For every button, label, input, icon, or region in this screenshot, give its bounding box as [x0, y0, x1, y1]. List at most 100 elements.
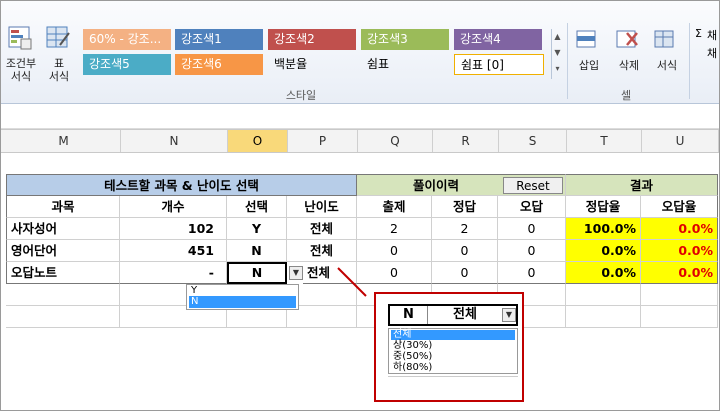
header-wrong-rate: 오답율 — [641, 196, 718, 218]
style-comma0[interactable]: 쉼표 [0] — [454, 54, 544, 75]
table-format-label[interactable]: 표 서식 — [41, 57, 77, 83]
column-header-P[interactable]: P — [288, 130, 358, 152]
cells-group-label: 셀 — [620, 89, 632, 102]
style-60pct-accent[interactable]: 60% - 강조... — [83, 29, 171, 50]
chevron-down-icon[interactable]: ▼ — [289, 266, 303, 280]
wrong-cell[interactable]: 0 — [498, 262, 566, 284]
empty-cell[interactable] — [6, 284, 120, 306]
dropdown-option-n[interactable]: N — [189, 296, 296, 308]
select-cell[interactable]: Y — [227, 218, 287, 240]
level-cell[interactable]: 전체 — [287, 218, 357, 240]
style-accent4[interactable]: 강조색4 — [454, 29, 542, 50]
zoom-grid-row — [388, 376, 518, 394]
format-icon[interactable] — [653, 27, 681, 55]
select-cell-active[interactable]: N — [227, 262, 287, 284]
clear-label[interactable]: 채 — [707, 45, 717, 61]
correct-rate-cell[interactable]: 0.0% — [566, 262, 641, 284]
formula-bar-area[interactable] — [1, 105, 719, 129]
level-option[interactable]: 하(80%) — [391, 363, 515, 373]
gallery-scroll[interactable]: ▲ ▼ ▾ — [551, 29, 563, 79]
subject-cell[interactable]: 영어단어 — [6, 240, 120, 262]
wrong-rate-cell[interactable]: 0.0% — [641, 240, 718, 262]
count-cell[interactable]: 451 — [120, 240, 227, 262]
style-percent[interactable]: 백분율 — [268, 54, 356, 75]
column-header-Q[interactable]: Q — [358, 130, 433, 152]
styles-group-label: 스타일 — [285, 89, 317, 102]
fill-label[interactable]: 채 — [707, 27, 717, 43]
conditional-format-label[interactable]: 조건부 서식 — [3, 57, 39, 83]
subject-cell[interactable]: 오답노트 — [6, 262, 120, 284]
style-accent3[interactable]: 강조색3 — [361, 29, 449, 50]
empty-cell[interactable] — [641, 306, 718, 328]
table-title-history: 풀이이력 Reset — [357, 174, 566, 196]
header-correct-rate: 정답율 — [566, 196, 641, 218]
level-option[interactable]: 상(30%) — [391, 341, 515, 351]
wrong-cell[interactable]: 0 — [498, 218, 566, 240]
table-row: 사자성어 102 Y 전체 2 2 0 100.0% 0.0% — [6, 218, 718, 240]
delete-icon[interactable] — [615, 27, 643, 55]
asked-cell[interactable]: 2 — [357, 218, 432, 240]
column-header-M[interactable]: M — [7, 130, 121, 152]
cell-styles-gallery: 60% - 강조... 강조색1 강조색2 강조색3 강조색4 강조색5 강조색… — [81, 29, 553, 83]
wrong-rate-cell[interactable]: 0.0% — [641, 218, 718, 240]
count-cell[interactable]: 102 — [120, 218, 227, 240]
correct-rate-cell[interactable]: 100.0% — [566, 218, 641, 240]
correct-cell[interactable]: 0 — [432, 240, 498, 262]
column-header-S[interactable]: S — [499, 130, 567, 152]
group-divider — [567, 23, 568, 99]
select-dropdown-list: Y N — [186, 284, 299, 310]
autosum-icon[interactable]: Σ — [695, 27, 702, 40]
style-accent2[interactable]: 강조색2 — [268, 29, 356, 50]
reset-button[interactable]: Reset — [503, 177, 563, 194]
empty-cell[interactable] — [6, 306, 120, 328]
style-comma[interactable]: 쉼표 — [361, 54, 449, 75]
header-correct: 정답 — [432, 196, 498, 218]
column-header-N[interactable]: N — [121, 130, 228, 152]
level-cell[interactable]: 전체 — [287, 240, 357, 262]
correct-rate-cell[interactable]: 0.0% — [566, 240, 641, 262]
empty-cell[interactable] — [641, 284, 718, 306]
dropdown-option-y[interactable]: Y — [189, 285, 296, 296]
header-select: 선택 — [227, 196, 287, 218]
format-label[interactable]: 서식 — [651, 59, 683, 72]
column-header-O[interactable]: O — [228, 130, 288, 152]
select-cell[interactable]: N — [227, 240, 287, 262]
history-title: 풀이이력 — [413, 178, 460, 193]
header-row: 과목 개수 선택 난이도 출제 정답 오답 정답율 오답율 — [6, 196, 718, 218]
zoom-header: N 전체 ▼ — [388, 304, 518, 326]
zoom-level-value: 전체 — [453, 307, 477, 322]
header-level: 난이도 — [287, 196, 357, 218]
level-option[interactable]: 중(50%) — [391, 352, 515, 362]
level-dropdown-list: 전체 상(30%) 중(50%) 하(80%) — [388, 328, 518, 374]
style-accent1[interactable]: 강조색1 — [175, 29, 263, 50]
column-header-R[interactable]: R — [433, 130, 499, 152]
correct-cell[interactable]: 0 — [432, 262, 498, 284]
table-title-result: 결과 — [566, 174, 718, 196]
empty-cell[interactable] — [566, 284, 641, 306]
asked-cell[interactable]: 0 — [357, 240, 432, 262]
conditional-format-icon[interactable] — [7, 25, 37, 53]
header-count: 개수 — [120, 196, 227, 218]
table-row: 영어단어 451 N 전체 0 0 0 0.0% 0.0% — [6, 240, 718, 262]
level-option[interactable]: 전체 — [391, 330, 515, 340]
delete-label[interactable]: 삭제 — [613, 59, 645, 72]
empty-cell[interactable] — [566, 306, 641, 328]
column-header-bar: M N O P Q R S T U — [1, 129, 719, 153]
wrong-rate-cell[interactable]: 0.0% — [641, 262, 718, 284]
style-accent5[interactable]: 강조색5 — [83, 54, 171, 75]
column-header-U[interactable]: U — [642, 130, 719, 152]
chevron-down-icon[interactable]: ▼ — [502, 308, 516, 322]
sheet-grid: 테스트할 과목 & 난이도 선택 풀이이력 Reset 결과 과목 개수 선택 … — [6, 174, 718, 329]
insert-icon[interactable] — [575, 27, 603, 55]
zoom-callout: N 전체 ▼ 전체 상(30%) 중(50%) 하(80%) — [374, 292, 524, 402]
table-title-select: 테스트할 과목 & 난이도 선택 — [6, 174, 357, 196]
style-accent6[interactable]: 강조색6 — [175, 54, 263, 75]
group-divider — [689, 23, 690, 99]
table-format-icon[interactable] — [45, 25, 75, 53]
subject-cell[interactable]: 사자성어 — [6, 218, 120, 240]
insert-label[interactable]: 삽입 — [575, 59, 603, 72]
wrong-cell[interactable]: 0 — [498, 240, 566, 262]
column-header-T[interactable]: T — [567, 130, 642, 152]
correct-cell[interactable]: 2 — [432, 218, 498, 240]
count-cell[interactable]: - — [120, 262, 227, 284]
